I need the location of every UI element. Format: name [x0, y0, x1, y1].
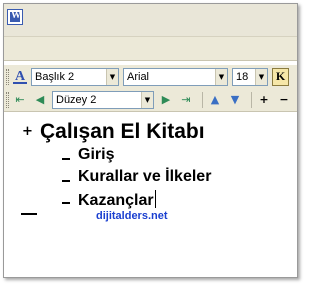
bold-button[interactable]: K	[272, 67, 289, 86]
toolbar-grip[interactable]	[6, 68, 9, 85]
move-down-icon[interactable]: ▼	[227, 91, 243, 109]
outline-marker-icon[interactable]	[62, 202, 70, 204]
text-cursor	[154, 190, 156, 208]
style-combo-value: Başlık 2	[35, 70, 75, 83]
promote-icon[interactable]: ◀	[32, 91, 48, 109]
promote-to-heading1-icon[interactable]: ⇤	[12, 91, 28, 109]
font-size-combo-value: 18	[236, 70, 249, 83]
heading1-text[interactable]: Çalışan El Kitabı	[40, 120, 205, 144]
outlining-toolbar: ⇤ ◀ Düzey 2 ▼ ▶ ⇥ ▲ ▼ + −	[4, 88, 297, 112]
expand-icon[interactable]: +	[256, 91, 272, 109]
menu-bar	[4, 37, 297, 61]
watermark-text: dijitalders.net	[96, 210, 168, 222]
toolbar-grip[interactable]	[6, 91, 9, 108]
word-app-icon[interactable]: W	[7, 9, 23, 25]
body-text-marker-icon[interactable]	[21, 213, 37, 215]
font-size-combo[interactable]: 18 ▼	[232, 67, 268, 86]
font-combo-value: Arial	[127, 70, 150, 83]
chevron-down-icon[interactable]: ▼	[215, 68, 227, 85]
styles-formatting-icon[interactable]: A	[12, 69, 28, 85]
title-bar: W	[4, 4, 297, 37]
outline-item-kurallar[interactable]: Kurallar ve İlkeler	[78, 168, 211, 186]
toolbar-separator	[202, 91, 203, 108]
outline-item-kazanclar[interactable]: Kazançlar	[78, 190, 156, 210]
style-combo[interactable]: Başlık 2 ▼	[31, 67, 119, 86]
word-window: W A Başlık 2 ▼ Arial ▼ 18 ▼ K ⇤ ◀ Düzey …	[3, 3, 298, 278]
demote-icon[interactable]: ▶	[158, 91, 174, 109]
toolbar-separator	[251, 91, 252, 108]
chevron-down-icon[interactable]: ▼	[255, 68, 267, 85]
document-area[interactable]: + Çalışan El Kitabı Giriş Kurallar ve İl…	[4, 112, 297, 277]
formatting-toolbar: A Başlık 2 ▼ Arial ▼ 18 ▼ K	[4, 65, 297, 89]
chevron-down-icon[interactable]: ▼	[106, 68, 118, 85]
expand-outline-marker-icon[interactable]: +	[22, 125, 33, 138]
outline-level-combo[interactable]: Düzey 2 ▼	[52, 90, 154, 109]
outline-item-giris[interactable]: Giriş	[78, 146, 114, 164]
move-up-icon[interactable]: ▲	[207, 91, 223, 109]
outline-item-kazanclar-text: Kazançlar	[78, 192, 154, 209]
outline-marker-icon[interactable]	[62, 180, 70, 182]
demote-to-body-text-icon[interactable]: ⇥	[178, 91, 194, 109]
font-combo[interactable]: Arial ▼	[123, 67, 228, 86]
outline-marker-icon[interactable]	[62, 158, 70, 160]
chevron-down-icon[interactable]: ▼	[141, 91, 153, 108]
outline-level-value: Düzey 2	[56, 93, 97, 106]
collapse-icon[interactable]: −	[276, 91, 292, 109]
